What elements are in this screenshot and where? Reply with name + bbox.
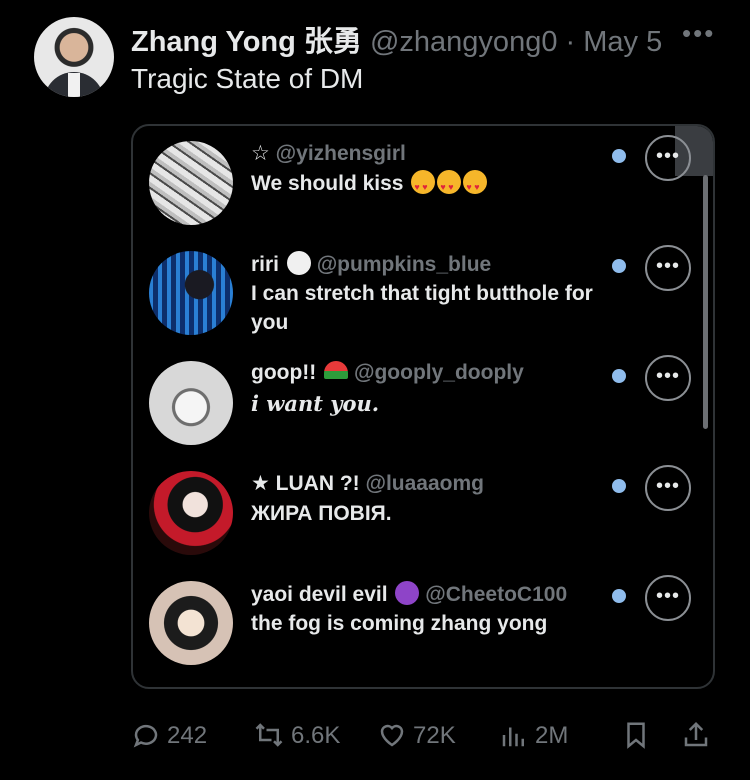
separator-dot: ·: [565, 26, 576, 58]
author-handle[interactable]: @zhangyong0: [370, 26, 557, 58]
dm-avatar[interactable]: [149, 471, 233, 555]
dm-avatar[interactable]: [149, 251, 233, 335]
thought-cloud-emoji: [286, 251, 311, 275]
dm-message: We should kiss: [251, 169, 631, 202]
dm-message: the fog is coming zhang yong: [251, 612, 548, 635]
reply-count: 242: [167, 722, 208, 749]
dm-row[interactable]: riri @pumpkins_blue I can stretch that t…: [149, 245, 709, 351]
view-count: 2M: [535, 722, 569, 749]
tweet-header: Zhang Yong 张勇 @zhangyong0 · May 5: [131, 18, 662, 60]
dm-name: riri: [251, 253, 280, 276]
unread-dot-icon: [612, 259, 626, 273]
dm-avatar[interactable]: [149, 141, 233, 225]
dm-more-button[interactable]: •••: [645, 575, 691, 621]
views-button[interactable]: 2M: [499, 720, 568, 750]
unread-dot-icon: [612, 589, 626, 603]
heart-icon: [380, 724, 404, 747]
dm-handle: @CheetoC100: [425, 583, 568, 606]
bookmark-icon: [627, 722, 645, 749]
dm-name: goop!!: [251, 361, 317, 384]
heart-eyes-emoji: [411, 170, 436, 202]
share-icon: [684, 721, 708, 747]
reply-icon: [133, 724, 158, 748]
dm-header: ☆ @yizhensgirl: [251, 141, 406, 166]
heart-eyes-emoji: [437, 170, 462, 202]
dm-message: i want you.: [251, 391, 380, 416]
avatar-shirt: [68, 73, 80, 97]
bookmark-button[interactable]: [621, 720, 657, 750]
dm-avatar[interactable]: [149, 361, 233, 445]
dm-more-button[interactable]: •••: [645, 355, 691, 401]
dm-name: yaoi devil evil: [251, 583, 388, 606]
author-avatar[interactable]: [34, 17, 114, 97]
like-count: 72K: [413, 722, 456, 749]
dm-message: ЖИРА ПОВІЯ.: [251, 502, 392, 525]
dm-row[interactable]: ★ LUAN ?! @luaaaomg ЖИРА ПОВІЯ. •••: [149, 465, 709, 571]
retweet-icon: [255, 723, 283, 747]
dm-header: riri @pumpkins_blue: [251, 251, 491, 277]
dm-message: I can stretch that tight butthole for yo…: [251, 282, 593, 334]
dm-name: ☆: [251, 142, 270, 165]
dm-message-text: We should kiss: [251, 172, 404, 195]
retweet-button[interactable]: 6.6K: [253, 720, 340, 750]
dm-more-button[interactable]: •••: [645, 135, 691, 181]
heart-eyes-emoji: [463, 170, 488, 202]
like-button[interactable]: 72K: [377, 720, 456, 750]
reply-button[interactable]: 242: [131, 720, 207, 750]
watermelon-emoji: [324, 361, 349, 379]
dm-handle: @pumpkins_blue: [316, 253, 492, 276]
dm-row[interactable]: yaoi devil evil @CheetoC100 the fog is c…: [149, 575, 709, 681]
unread-dot-icon: [612, 369, 626, 383]
retweet-count: 6.6K: [291, 722, 341, 749]
dm-header: ★ LUAN ?! @luaaaomg: [251, 471, 484, 496]
tweet-text: Tragic State of DM: [131, 63, 364, 94]
dm-header: goop!! @gooply_dooply: [251, 361, 524, 385]
dm-name: ★ LUAN ?!: [251, 472, 360, 495]
dm-header: yaoi devil evil @CheetoC100: [251, 581, 567, 607]
dm-handle: @luaaaomg: [365, 472, 484, 495]
tweet-date[interactable]: May 5: [583, 26, 662, 58]
dm-row[interactable]: goop!! @gooply_dooply i want you. •••: [149, 355, 709, 461]
dm-handle: @gooply_dooply: [353, 361, 524, 384]
devil-emoji: [395, 581, 420, 605]
dm-more-button[interactable]: •••: [645, 465, 691, 511]
dm-handle: @yizhensgirl: [275, 142, 406, 165]
tweet-action-bar: 242 6.6K 72K 2M: [131, 714, 721, 758]
analytics-icon: [502, 727, 524, 747]
dm-avatar[interactable]: [149, 581, 233, 665]
unread-dot-icon: [612, 149, 626, 163]
unread-dot-icon: [612, 479, 626, 493]
share-button[interactable]: [681, 720, 717, 750]
dm-more-button[interactable]: •••: [645, 245, 691, 291]
more-options-icon[interactable]: •••: [682, 18, 715, 49]
dm-row[interactable]: ☆ @yizhensgirl We should kiss •••: [149, 135, 709, 241]
author-name[interactable]: Zhang Yong 张勇: [131, 26, 362, 58]
